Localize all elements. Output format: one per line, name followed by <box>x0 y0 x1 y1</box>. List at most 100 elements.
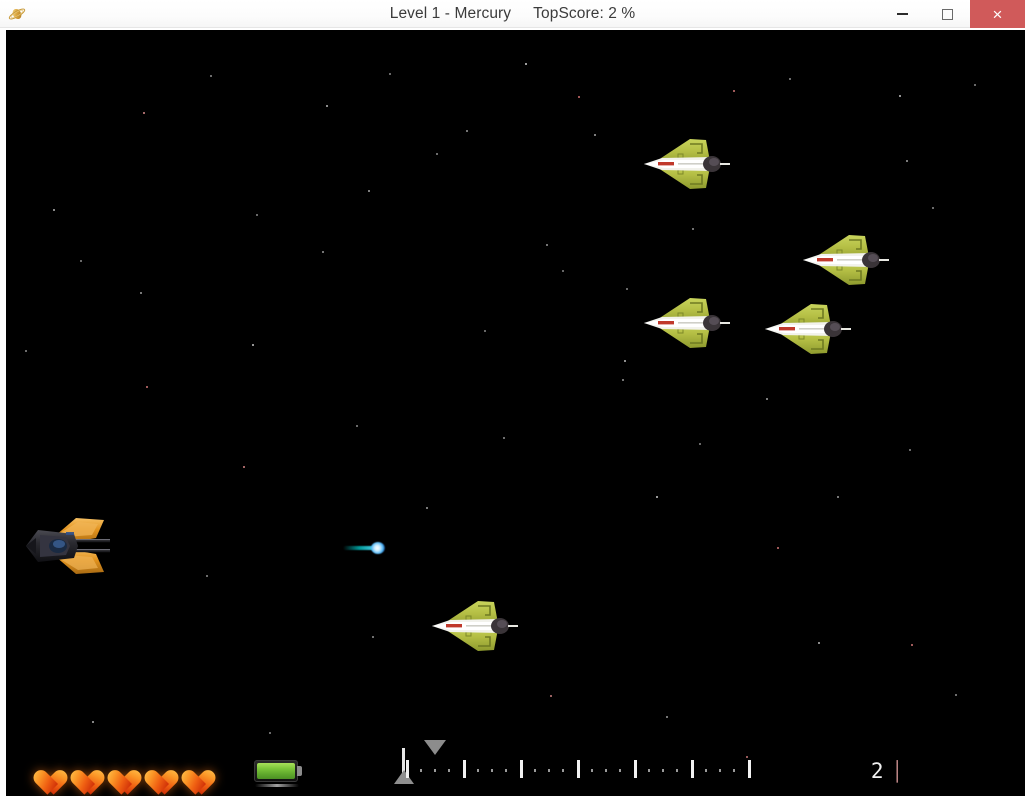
battery-shadow <box>255 784 299 787</box>
star <box>372 636 374 638</box>
window-controls: × <box>880 0 1025 28</box>
star <box>356 425 358 427</box>
enemy-ship <box>640 133 732 195</box>
scale-tick-minor <box>733 769 735 772</box>
star <box>666 716 668 718</box>
scale-tick-minor <box>676 769 678 772</box>
star <box>326 105 328 107</box>
scale-tick-minor <box>619 769 621 772</box>
life-heart-icon <box>28 758 58 786</box>
score-readout: 2 │ <box>871 761 903 782</box>
life-heart-icon <box>65 758 95 786</box>
window-title: Level 1 - Mercury TopScore: 2 % <box>0 0 1025 28</box>
star <box>955 694 957 696</box>
scale-tick-minor <box>505 769 507 772</box>
star <box>368 190 370 192</box>
star <box>932 207 934 209</box>
life-heart-icon <box>139 758 169 786</box>
star <box>322 251 324 253</box>
star <box>53 209 55 211</box>
close-icon: × <box>992 4 1003 24</box>
star <box>818 642 820 644</box>
game-window: Level 1 - Mercury TopScore: 2 % × 2 │ <box>0 0 1025 800</box>
star <box>911 644 913 646</box>
star <box>974 84 976 86</box>
minimize-button[interactable] <box>880 0 925 28</box>
star <box>766 398 768 400</box>
minimize-icon <box>897 13 908 15</box>
scale-tick-minor <box>662 769 664 772</box>
scale-tick-minor <box>434 769 436 772</box>
star <box>140 292 142 294</box>
hud-bar: 2 │ <box>6 740 1025 796</box>
enemy-ship <box>640 292 732 354</box>
progress-goal-marker <box>424 740 446 756</box>
star <box>550 695 552 697</box>
scale-tick-minor <box>534 769 536 772</box>
level-progress-scale <box>394 740 764 784</box>
scale-tick-major <box>463 760 466 778</box>
scale-tick-major <box>520 760 523 778</box>
star <box>503 437 505 439</box>
scale-tick-major <box>406 760 409 778</box>
star <box>466 130 468 132</box>
life-heart-icon <box>102 758 132 786</box>
battery-cap <box>297 766 302 776</box>
maximize-icon <box>942 8 953 20</box>
scale-tick-major <box>634 760 637 778</box>
star <box>25 350 27 352</box>
battery-fill <box>257 763 295 779</box>
star <box>206 575 208 577</box>
scale-tick-minor <box>477 769 479 772</box>
battery-body <box>254 760 298 782</box>
star <box>594 134 596 136</box>
scale-tick-minor <box>548 769 550 772</box>
scale-tick-minor <box>705 769 707 772</box>
star <box>562 270 564 272</box>
game-frame: 2 │ <box>0 28 1025 800</box>
goal-marker-triangle-down-icon <box>424 740 446 755</box>
star <box>426 507 428 509</box>
title-level-label: Level 1 - Mercury <box>389 5 512 22</box>
scale-tick-minor <box>491 769 493 772</box>
star <box>210 75 212 77</box>
star <box>656 496 658 498</box>
star <box>256 214 258 216</box>
maximize-button[interactable] <box>925 0 970 28</box>
laser-tail <box>343 546 379 550</box>
star <box>699 443 701 445</box>
star <box>92 721 94 723</box>
star <box>484 330 486 332</box>
close-button[interactable]: × <box>970 0 1025 28</box>
life-heart-icon <box>176 758 206 786</box>
game-viewport[interactable]: 2 │ <box>6 30 1025 796</box>
star <box>733 90 735 92</box>
star <box>389 73 391 75</box>
progress-player-marker <box>394 748 414 784</box>
lives-indicator <box>28 758 206 786</box>
star <box>692 228 694 230</box>
star <box>906 160 908 162</box>
score-unit: │ <box>891 761 903 783</box>
scale-tick-major <box>691 760 694 778</box>
scale-tick-minor <box>605 769 607 772</box>
star <box>436 153 438 155</box>
star <box>837 496 839 498</box>
scale-tick-major <box>577 760 580 778</box>
star <box>578 96 580 98</box>
progress-marker-triangle-icon <box>394 770 414 784</box>
window-titlebar: Level 1 - Mercury TopScore: 2 % × <box>0 0 1025 28</box>
star <box>789 78 791 80</box>
star <box>626 288 628 290</box>
star <box>546 244 548 246</box>
player-laser-bolt <box>343 542 391 554</box>
star <box>909 449 911 451</box>
star <box>252 344 254 346</box>
energy-battery <box>254 760 302 787</box>
title-topscore-label: TopScore: 2 % <box>533 5 636 22</box>
enemy-ship <box>799 229 891 291</box>
star <box>143 112 145 114</box>
star <box>777 547 779 549</box>
score-value: 2 <box>870 759 885 783</box>
scale-tick-minor <box>591 769 593 772</box>
